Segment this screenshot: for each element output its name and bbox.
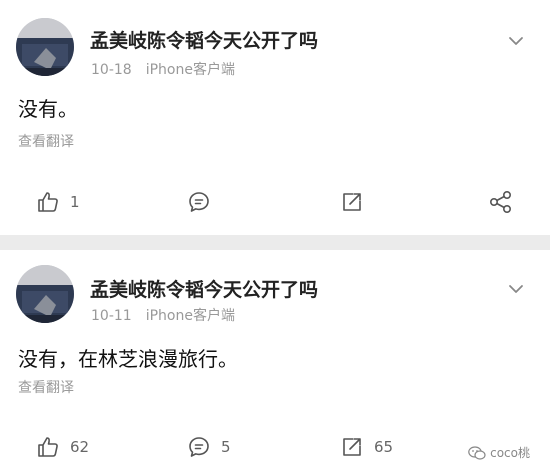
repost-arrow-icon (343, 438, 361, 456)
like-count: 62 (70, 438, 90, 456)
avatar[interactable] (16, 18, 74, 76)
post-content: 没有。 (18, 97, 78, 121)
translate-link[interactable]: 查看翻译 (18, 131, 74, 151)
avatar[interactable] (16, 265, 74, 323)
thumbs-up-icon (38, 192, 58, 212)
post-date: 10-11 (91, 308, 132, 324)
repost-count: 65 (374, 438, 394, 456)
chevron-down-icon[interactable] (507, 32, 525, 50)
comment-count: 5 (221, 438, 231, 456)
watermark-text: coco桃 (490, 446, 530, 460)
repost-arrow-icon (343, 193, 361, 211)
watermark: coco桃 (464, 442, 534, 463)
username[interactable]: 孟美岐陈令韬今天公开了吗 (90, 275, 318, 302)
post-device: iPhone客户端 (145, 308, 235, 324)
post-date: 10-18 (91, 62, 132, 78)
post-meta: 10-11 iPhone客户端 (91, 305, 235, 325)
wechat-icon (468, 445, 486, 460)
comment-button[interactable]: 5 (187, 433, 231, 461)
comment-bubble-icon (189, 437, 209, 457)
post-card: 孟美岐陈令韬今天公开了吗 10-18 iPhone客户端 没有。 查看翻译 1 (0, 0, 550, 235)
post-meta: 10-18 iPhone客户端 (91, 59, 235, 79)
post-card: 孟美岐陈令韬今天公开了吗 10-11 iPhone客户端 没有，在林芝浪漫旅行。 … (0, 250, 550, 475)
post-content: 没有，在林芝浪漫旅行。 (18, 347, 238, 371)
like-count: 1 (70, 193, 80, 211)
post-device: iPhone客户端 (145, 62, 235, 78)
thumbs-up-icon (38, 437, 58, 457)
comment-bubble-icon (189, 192, 209, 212)
chevron-down-icon[interactable] (507, 280, 525, 298)
translate-link[interactable]: 查看翻译 (18, 377, 74, 397)
like-button[interactable]: 62 (36, 433, 89, 461)
repost-button[interactable]: 65 (340, 433, 393, 461)
weibo-feed: 孟美岐陈令韬今天公开了吗 10-18 iPhone客户端 没有。 查看翻译 1 (0, 0, 550, 475)
username[interactable]: 孟美岐陈令韬今天公开了吗 (90, 26, 318, 53)
comment-button[interactable] (187, 188, 221, 216)
share-button[interactable] (488, 188, 514, 216)
share-nodes-icon (489, 190, 512, 214)
like-button[interactable]: 1 (36, 188, 80, 216)
repost-button[interactable] (340, 188, 374, 216)
